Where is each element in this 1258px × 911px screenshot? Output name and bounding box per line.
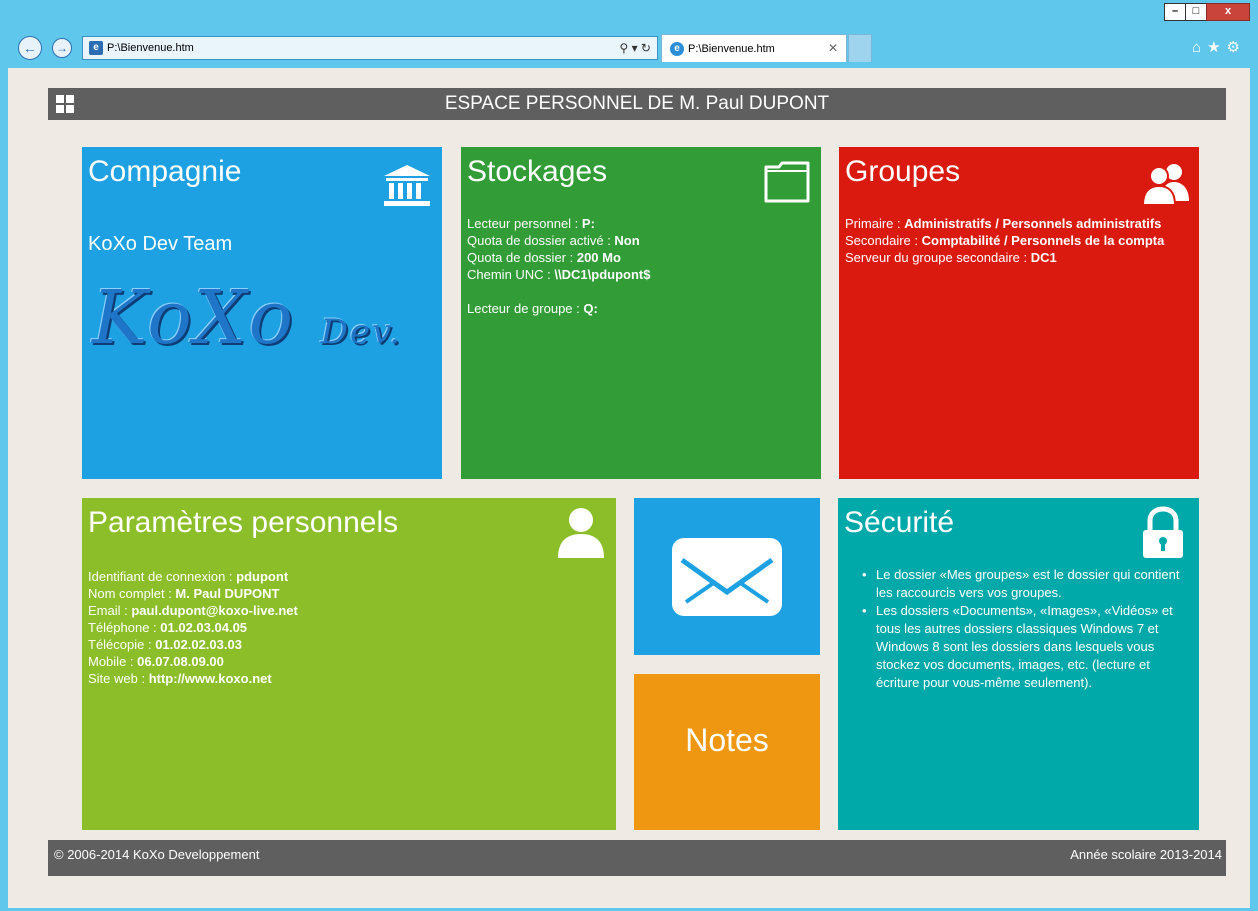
forward-button[interactable]: → <box>52 38 72 58</box>
copyright: © 2006-2014 KoXo Developpement <box>54 847 260 862</box>
storage-row: Quota de dossier : 200 Mo <box>467 250 621 265</box>
bank-building-icon <box>384 165 430 206</box>
tile-stockages[interactable]: Stockages Lecteur personnel : P: Quota d… <box>461 147 821 479</box>
param-row: Email : paul.dupont@koxo-live.net <box>88 603 298 618</box>
tab-close-icon[interactable]: ✕ <box>828 35 838 61</box>
storage-row: Chemin UNC : \\DC1\pdupont$ <box>467 267 651 282</box>
favorites-star-icon[interactable]: ★ <box>1207 39 1226 56</box>
title-prefix: ESPACE PERSONNEL DE <box>444 93 680 114</box>
group-row: Serveur du groupe secondaire : DC1 <box>845 250 1057 265</box>
param-row: Télécopie : 01.02.02.03.03 <box>88 637 242 652</box>
tile-groupes[interactable]: Groupes Primaire : Administratifs / Pers… <box>839 147 1199 479</box>
school-year: Année scolaire 2013-2014 <box>1070 847 1222 862</box>
company-name: KoXo Dev Team <box>88 233 233 255</box>
tile-mail[interactable] <box>634 498 820 655</box>
back-button[interactable]: ← <box>18 36 42 60</box>
param-row: Téléphone : 01.02.03.04.05 <box>88 620 248 635</box>
window-controls: – □ x <box>1164 3 1250 21</box>
tile-title: Compagnie <box>88 155 242 188</box>
maximize-button[interactable]: □ <box>1185 3 1207 21</box>
tile-securite[interactable]: Sécurité Le dossier «Mes groupes» est le… <box>838 498 1199 830</box>
padlock-icon <box>1143 506 1183 558</box>
tab-title: P:\Bienvenue.htm <box>688 42 775 55</box>
personal-info: Identifiant de connexion : pdupont Nom c… <box>88 568 298 687</box>
tile-title: Paramètres personnels <box>88 506 399 539</box>
tile-title: Groupes <box>845 155 961 188</box>
storage-info: Lecteur personnel : P: Quota de dossier … <box>467 215 650 317</box>
new-tab-button[interactable] <box>848 34 872 62</box>
search-refresh-icon[interactable]: ⚲ ▾ ↻ <box>619 37 651 59</box>
param-row: Site web : http://www.koxo.net <box>88 671 272 686</box>
koxo-logo: KoXo Dev. <box>92 275 402 361</box>
folder-icon <box>764 161 810 203</box>
browser-chrome: – □ x ← → e P:\Bienvenue.htm ⚲ ▾ ↻ e P:\… <box>0 0 1258 68</box>
users-group-icon <box>1141 164 1189 205</box>
group-row: Secondaire : Comptabilité / Personnels d… <box>845 233 1165 248</box>
page-title: ESPACE PERSONNEL DE M. Paul DUPONT <box>48 88 1226 120</box>
tile-notes[interactable]: Notes <box>634 674 820 830</box>
home-icon[interactable]: ⌂ <box>1192 39 1207 56</box>
page: ESPACE PERSONNEL DE M. Paul DUPONT Compa… <box>8 68 1250 908</box>
param-row: Identifiant de connexion : pdupont <box>88 569 289 584</box>
minimize-button[interactable]: – <box>1164 3 1186 21</box>
browser-tab[interactable]: e P:\Bienvenue.htm ✕ <box>661 34 847 62</box>
security-item: Le dossier «Mes groupes» est le dossier … <box>860 566 1190 602</box>
tile-title: Stockages <box>467 155 608 188</box>
page-footer: © 2006-2014 KoXo Developpement Année sco… <box>48 840 1226 876</box>
notes-label: Notes <box>685 722 769 758</box>
param-row: Nom complet : M. Paul DUPONT <box>88 586 280 601</box>
security-item: Les dossiers «Documents», «Images», «Vid… <box>860 602 1190 692</box>
user-name: M. Paul DUPONT <box>679 93 830 114</box>
address-bar[interactable]: e P:\Bienvenue.htm ⚲ ▾ ↻ <box>82 36 658 60</box>
storage-row: Lecteur de groupe : Q: <box>467 301 598 316</box>
tile-compagnie[interactable]: Compagnie KoXo Dev Team KoXo Dev. <box>82 147 442 479</box>
envelope-icon <box>672 538 782 616</box>
ie-page-icon: e <box>89 41 103 55</box>
storage-row: Quota de dossier activé : Non <box>467 233 640 248</box>
storage-row: Lecteur personnel : P: <box>467 216 595 231</box>
ie-tab-icon: e <box>670 41 684 56</box>
tile-parametres[interactable]: Paramètres personnels Identifiant de con… <box>82 498 616 830</box>
settings-gear-icon[interactable]: ⚙ <box>1227 39 1246 56</box>
tile-title: Sécurité <box>844 506 955 539</box>
close-button[interactable]: x <box>1206 3 1250 21</box>
address-text: P:\Bienvenue.htm <box>107 42 194 54</box>
logo-sub: Dev. <box>320 312 402 352</box>
toolbar-icons: ⌂★⚙ <box>1192 38 1246 56</box>
security-list: Le dossier «Mes groupes» est le dossier … <box>860 566 1190 692</box>
page-header: ESPACE PERSONNEL DE M. Paul DUPONT <box>48 88 1226 120</box>
group-row: Primaire : Administratifs / Personnels a… <box>845 216 1162 231</box>
user-icon <box>558 508 604 558</box>
logo-text: KoXo <box>92 275 296 361</box>
groups-info: Primaire : Administratifs / Personnels a… <box>845 215 1175 266</box>
param-row: Mobile : 06.07.08.09.00 <box>88 654 224 669</box>
